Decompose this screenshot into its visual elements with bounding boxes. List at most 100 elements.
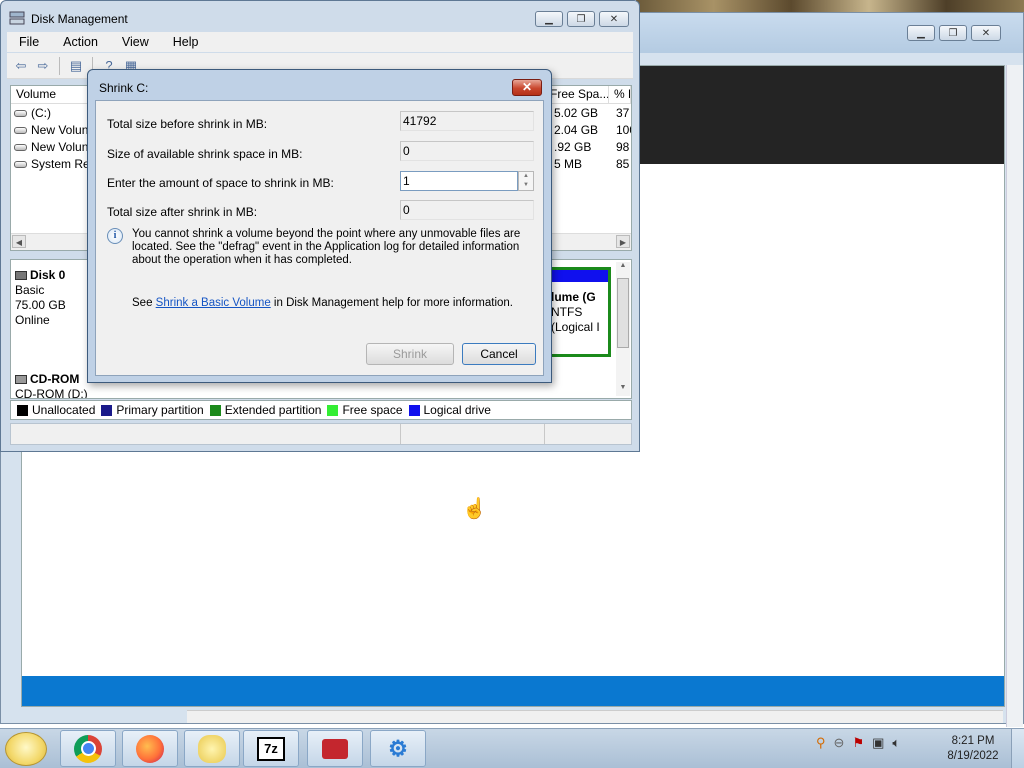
taskbar-chrome[interactable]	[60, 730, 116, 767]
shrink-volume-help-link[interactable]: Shrink a Basic Volume	[156, 297, 271, 309]
horizontal-scrollbar[interactable]	[187, 710, 1003, 723]
percent-free-value: 37	[616, 106, 630, 120]
scroll-left-icon[interactable]: ◀	[12, 235, 26, 248]
menu-help[interactable]: Help	[161, 35, 211, 49]
clock-date: 8/19/2022	[947, 750, 999, 762]
close-button[interactable]: ✕	[512, 79, 542, 96]
spin-down-icon[interactable]: ▼	[519, 181, 533, 190]
column-free-space[interactable]: Free Spa...	[545, 86, 609, 103]
scroll-down-icon[interactable]: ▼	[616, 384, 630, 396]
system-tray: ⚲ ⊖ ⚑ ▣ 🔈︎	[816, 735, 900, 751]
gears-icon: ⚙	[388, 735, 408, 761]
close-button[interactable]: ✕	[971, 25, 1001, 41]
available-space-label: Size of available shrink space in MB:	[107, 147, 303, 161]
network-icon[interactable]: ▣	[872, 735, 884, 751]
legend-free-space: Free space	[327, 403, 403, 417]
dialog-body: Total size before shrink in MB: 41792 Si…	[95, 100, 544, 376]
shrink-amount-spinner[interactable]: ▲ ▼	[518, 171, 534, 191]
restore-button[interactable]: ❐	[939, 25, 967, 41]
menu-view[interactable]: View	[110, 35, 161, 49]
clock-time: 8:21 PM	[951, 735, 995, 747]
chrome-icon	[74, 734, 102, 763]
total-before-label: Total size before shrink in MB:	[107, 117, 268, 131]
clock[interactable]: 8:21 PM 8/19/2022	[940, 734, 1006, 764]
back-arrow-icon[interactable]: ⇦	[13, 58, 29, 74]
logical-volume-block[interactable]: lume (G NTFS (Logical I	[545, 267, 611, 357]
users-icon	[198, 734, 226, 763]
toolbox-icon	[322, 738, 348, 759]
list-item[interactable]: System Res	[11, 156, 96, 173]
free-space-value: 2.04 GB	[554, 123, 599, 137]
legend: Unallocated Primary partition Extended p…	[10, 400, 632, 420]
percent-free-value: 85	[616, 157, 630, 171]
scrollbar-thumb[interactable]	[617, 278, 629, 348]
legend-extended-partition: Extended partition	[209, 403, 321, 417]
7zip-icon: 7z	[257, 736, 285, 761]
taskbar-7zip[interactable]: 7z	[243, 730, 299, 767]
total-after-label: Total size after shrink in MB:	[107, 205, 258, 219]
shrink-amount-label: Enter the amount of space to shrink in M…	[107, 176, 334, 190]
available-space-field: 0	[400, 141, 534, 161]
close-button[interactable]: ✕	[599, 11, 629, 27]
legend-unallocated: Unallocated	[17, 403, 95, 417]
forward-arrow-icon[interactable]: ⇨	[35, 58, 51, 74]
status-bar	[10, 423, 632, 445]
search-icon[interactable]: ⚲	[816, 735, 826, 751]
drive-icon	[14, 161, 27, 169]
total-after-field: 0	[400, 200, 534, 220]
spin-up-icon[interactable]: ▲	[519, 172, 533, 181]
menu-file[interactable]: File	[7, 35, 51, 49]
taskbar-users[interactable]	[184, 730, 240, 767]
disk-management-icon	[9, 11, 25, 25]
free-space-value: 5.02 GB	[554, 106, 599, 120]
taskbar-toolbox[interactable]	[307, 730, 363, 767]
help-reference: See Shrink a Basic Volume in Disk Manage…	[132, 297, 513, 309]
shrink-button[interactable]: Shrink	[366, 343, 454, 365]
free-space-value: 5 MB	[554, 157, 583, 171]
minimize-button[interactable]: ▁	[535, 11, 563, 27]
volume-icon[interactable]: 🔈︎	[892, 735, 900, 751]
minimize-button[interactable]: ▁	[907, 25, 935, 41]
vertical-scrollbar[interactable]: ▲ ▼	[616, 262, 630, 396]
status-icon[interactable]: ⊖	[834, 735, 845, 751]
info-icon: i	[107, 228, 123, 244]
free-space-value: .92 GB	[554, 140, 592, 154]
hand-cursor-icon: ☝	[462, 498, 487, 520]
list-item[interactable]: New Volun	[11, 122, 88, 139]
legend-logical-drive: Logical drive	[408, 403, 491, 417]
drive-icon	[14, 144, 27, 152]
percent-free-value: 98	[616, 140, 630, 154]
total-before-field: 41792	[400, 111, 534, 131]
taskbar: 7z ⚙ ⚲ ⊖ ⚑ ▣ 🔈︎ 8:21 PM 8/19/2022	[0, 728, 1024, 768]
console-tree-icon[interactable]: ▤	[68, 58, 84, 74]
scroll-up-icon[interactable]: ▲	[616, 262, 630, 274]
scroll-right-icon[interactable]: ▶	[616, 235, 630, 248]
start-button[interactable]	[5, 732, 47, 766]
dialog-title: Shrink C:	[99, 81, 149, 95]
cdrom-icon	[15, 375, 27, 385]
vertical-scrollbar[interactable]	[1006, 65, 1023, 727]
taskbar-firefox[interactable]	[122, 730, 178, 767]
action-center-icon[interactable]: ⚑	[852, 735, 864, 751]
taskbar-settings[interactable]: ⚙	[370, 730, 426, 767]
window-title: Disk Management	[31, 12, 128, 26]
menu-action[interactable]: Action	[51, 35, 110, 49]
drive-icon	[14, 110, 27, 118]
list-item[interactable]: (C:)	[11, 105, 51, 122]
drive-icon	[14, 127, 27, 135]
column-percent-free[interactable]: % F	[609, 86, 631, 103]
window-titlebar[interactable]: Disk Management ▁ ❐ ✕	[1, 1, 639, 33]
menu-bar: File Action View Help	[7, 32, 633, 52]
disk0-info[interactable]: Disk 0 Basic 75.00 GB Online	[15, 268, 66, 328]
list-item[interactable]: New Volun	[11, 139, 88, 156]
percent-free-value: 100	[616, 123, 631, 137]
cdrom-info[interactable]: CD-ROM CD-ROM (D:)	[15, 372, 88, 398]
firefox-icon	[136, 734, 164, 763]
disk-icon	[15, 271, 27, 281]
show-desktop-button[interactable]	[1011, 729, 1024, 768]
shrink-amount-input[interactable]: 1	[400, 171, 518, 191]
footer-bar	[22, 676, 1004, 706]
cancel-button[interactable]: Cancel	[462, 343, 536, 365]
restore-button[interactable]: ❐	[567, 11, 595, 27]
info-message: You cannot shrink a volume beyond the po…	[132, 228, 521, 266]
